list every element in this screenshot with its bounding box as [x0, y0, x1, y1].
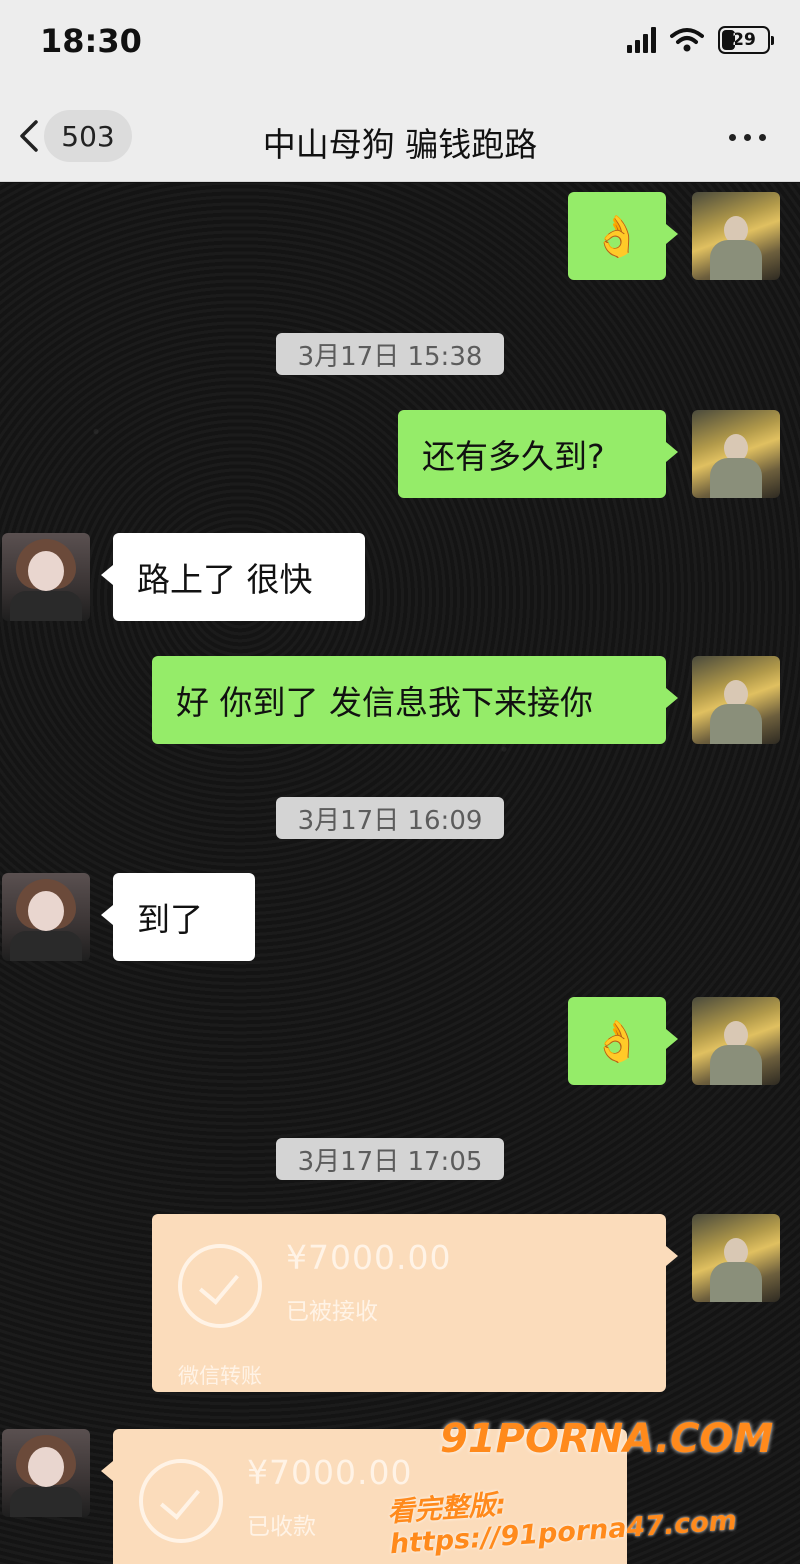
received-message-bubble[interactable]: 到了	[101, 873, 255, 961]
sent-message-bubble[interactable]: 👌	[568, 997, 678, 1085]
wifi-icon	[670, 28, 704, 52]
transfer-check-icon	[178, 1244, 262, 1328]
chat-header: 503 中山母狗 骗钱跑路	[0, 90, 800, 182]
contact-avatar[interactable]	[2, 533, 90, 621]
my-avatar[interactable]	[692, 997, 780, 1085]
my-avatar[interactable]	[692, 1214, 780, 1302]
sent-message-bubble[interactable]: 好 你到了 发信息我下来接你	[152, 656, 678, 744]
received-message-bubble[interactable]: 路上了 很快	[101, 533, 365, 621]
transfer-status: 已收款	[247, 1514, 316, 1540]
contact-avatar[interactable]	[2, 1429, 90, 1517]
transfer-amount: ¥7000.00	[286, 1238, 452, 1277]
my-avatar[interactable]	[692, 192, 780, 280]
transfer-footer: 微信转账	[178, 1364, 262, 1388]
transfer-status: 已被接收	[286, 1299, 378, 1325]
battery-icon: 29	[718, 26, 774, 54]
timestamp-label: 3月17日 17:05	[276, 1138, 504, 1180]
status-bar: 18:30 29	[0, 0, 800, 90]
transfer-card-sent[interactable]: ¥7000.00 已被接收 微信转账	[152, 1214, 678, 1392]
watermark-brand: 91PORNA.COM	[440, 1416, 774, 1462]
ok-hand-emoji: 👌	[592, 213, 642, 260]
timestamp-label: 3月17日 15:38	[276, 333, 504, 375]
transfer-check-icon	[139, 1459, 223, 1543]
status-icons: 29	[627, 26, 774, 54]
my-avatar[interactable]	[692, 656, 780, 744]
chat-title: 中山母狗 骗钱跑路	[262, 125, 538, 164]
sent-message-bubble[interactable]: 👌	[568, 192, 678, 280]
ok-hand-emoji: 👌	[592, 1018, 642, 1065]
transfer-amount: ¥7000.00	[247, 1453, 413, 1492]
sent-message-bubble[interactable]: 还有多久到?	[398, 410, 678, 498]
more-options-icon[interactable]	[729, 134, 766, 141]
my-avatar[interactable]	[692, 410, 780, 498]
timestamp-label: 3月17日 16:09	[276, 797, 504, 839]
status-time: 18:30	[40, 22, 142, 60]
contact-avatar[interactable]	[2, 873, 90, 961]
battery-level: 29	[732, 30, 756, 50]
chat-area[interactable]: 👌 3月17日 15:38 还有多久到? 路上了 很快 好 你到了 发信息我下来…	[0, 183, 800, 1564]
cellular-signal-icon	[627, 27, 656, 53]
